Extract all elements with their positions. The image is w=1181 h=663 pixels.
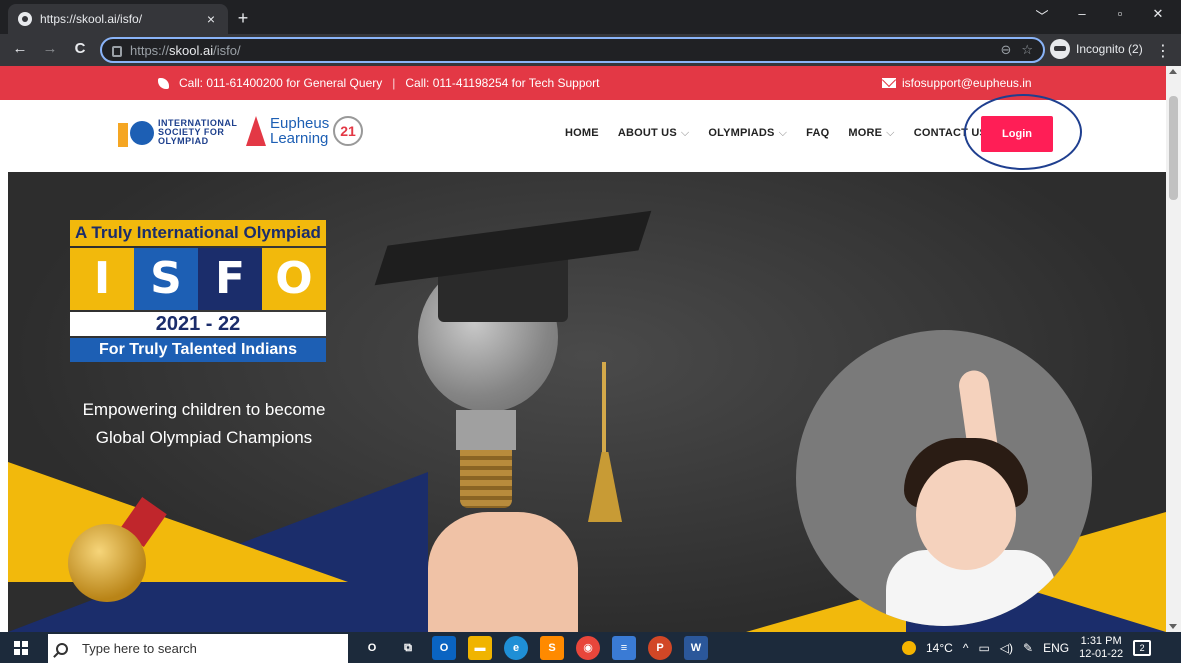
isfo-letter: O <box>262 248 326 310</box>
clock-date: 12-01-22 <box>1079 647 1124 660</box>
eupheus-logo-line1: Eupheus <box>270 115 330 132</box>
tray-chevron-up-icon[interactable]: ^ <box>963 641 969 655</box>
task-view-icon[interactable]: ⧉ <box>396 636 420 660</box>
windows-start-icon[interactable] <box>14 641 28 655</box>
weather-temperature[interactable]: 14°C <box>926 641 953 655</box>
tab-search-icon[interactable]: ﹀ <box>1030 6 1054 25</box>
incognito-label: Incognito (2) <box>1076 42 1143 56</box>
close-window-button[interactable]: ✕ <box>1146 6 1170 22</box>
powerpoint-icon[interactable]: P <box>648 636 672 660</box>
back-button[interactable]: ← <box>10 40 30 57</box>
browser-tab[interactable]: https://skool.ai/isfo/ × <box>8 4 228 34</box>
page-scrollbar[interactable] <box>1166 66 1181 632</box>
weather-icon[interactable] <box>902 640 916 655</box>
hero-banner[interactable]: A Truly International Olympiad I S F O 2… <box>8 172 1166 632</box>
search-icon <box>56 642 68 655</box>
hero-year: 2021 - 22 <box>70 312 326 336</box>
nav-faq[interactable]: FAQ <box>806 127 829 140</box>
zoom-icon[interactable]: ⊖ <box>1000 42 1011 58</box>
forward-button[interactable]: → <box>40 40 60 57</box>
chevron-down-icon: ⌵ <box>778 127 788 139</box>
notepad-icon[interactable]: ≡ <box>612 636 636 660</box>
isfo-letter: S <box>134 248 198 310</box>
divider: | <box>392 76 396 90</box>
word-icon[interactable]: W <box>684 636 708 660</box>
gold-medal-image <box>68 524 146 602</box>
isfo-logo[interactable]: INTERNATIONAL SOCIETY FOR OLYMPIAD <box>118 117 237 147</box>
child-photo <box>796 330 1092 626</box>
browser-toolbar: ← → C https://skool.ai/isfo/ ⊖ ☆ Incogni… <box>0 34 1181 66</box>
chrome-icon[interactable]: ◉ <box>576 636 600 660</box>
reload-button[interactable]: C <box>70 40 90 57</box>
minimize-button[interactable]: – <box>1070 6 1094 21</box>
contact-bar: Call: 011-61400200 for General Query | C… <box>0 66 1166 100</box>
browser-tab-strip: https://skool.ai/isfo/ × + ﹀ – ▫ ✕ <box>0 0 1181 34</box>
edge-icon[interactable]: e <box>504 636 528 660</box>
hand-image <box>428 512 578 632</box>
nav-more[interactable]: MORE ⌵ <box>848 127 894 140</box>
volume-icon[interactable]: ◁) <box>1000 641 1013 655</box>
light-bulb-neck <box>456 410 516 450</box>
call-general-text[interactable]: Call: 011-61400200 for General Query <box>179 76 382 90</box>
light-bulb-base <box>460 450 512 508</box>
eupheus-logo-mark <box>246 116 266 146</box>
hero-tagline: Empowering children to become Global Oly… <box>82 400 326 447</box>
highlight-annotation-circle <box>964 94 1082 170</box>
pen-icon[interactable]: ✎ <box>1023 641 1033 655</box>
scroll-up-arrow-icon[interactable] <box>1169 69 1177 74</box>
hero-banner-title: A Truly International Olympiad <box>70 220 326 246</box>
call-tech-text[interactable]: Call: 011-41198254 for Tech Support <box>405 76 599 90</box>
taskbar-search-box[interactable]: Type here to search <box>48 634 348 663</box>
envelope-icon <box>882 78 896 88</box>
taskbar-search-placeholder: Type here to search <box>82 641 197 656</box>
lock-icon[interactable] <box>112 45 122 57</box>
browser-menu-button[interactable]: ⋮ <box>1155 41 1171 61</box>
notifications-icon[interactable]: 2 <box>1133 639 1152 656</box>
anniversary-badge: 21 <box>333 116 363 146</box>
tab-title: https://skool.ai/isfo/ <box>40 12 143 26</box>
cortana-icon[interactable]: O <box>360 636 384 660</box>
chevron-down-icon: ⌵ <box>886 127 895 139</box>
system-tray: 14°C ^ ▭ ◁) ✎ ENG 1:31 PM 12-01-22 2 <box>902 632 1152 663</box>
decor-shape <box>8 462 348 582</box>
hero-subtitle: For Truly Talented Indians <box>70 338 326 362</box>
tab-close-button[interactable]: × <box>204 11 218 27</box>
taskbar-apps: O ⧉ O ▬ e S ◉ ≡ P W <box>360 636 708 660</box>
isfo-letters: I S F O <box>70 248 326 310</box>
scrollbar-thumb[interactable] <box>1169 96 1178 200</box>
eupheus-logo-line2: Learning <box>270 130 329 147</box>
windows-taskbar: Type here to search O ⧉ O ▬ e S ◉ ≡ P W … <box>0 632 1181 663</box>
phone-icon <box>158 77 169 89</box>
globe-icon <box>18 12 32 26</box>
nav-about-us[interactable]: ABOUT US ⌵ <box>618 127 690 140</box>
main-nav: HOME ABOUT US ⌵ OLYMPIADS ⌵ FAQ MORE ⌵ CONT… <box>565 127 987 140</box>
outlook-icon[interactable]: O <box>432 636 456 660</box>
nav-olympiads[interactable]: OLYMPIADS ⌵ <box>708 127 787 140</box>
incognito-indicator[interactable]: Incognito (2) <box>1050 39 1143 59</box>
url-text[interactable]: https://skool.ai/isfo/ <box>130 43 241 58</box>
isfo-logo-line3: OLYMPIAD <box>158 135 209 146</box>
language-indicator[interactable]: ENG <box>1043 641 1069 655</box>
isfo-logo-mark <box>118 117 154 147</box>
clock-time: 1:31 PM <box>1080 634 1122 647</box>
restore-button[interactable]: ▫ <box>1108 6 1132 21</box>
support-email-link[interactable]: isfosupport@eupheus.in <box>902 76 1032 90</box>
network-icon[interactable]: ▭ <box>978 641 989 655</box>
file-explorer-icon[interactable]: ▬ <box>468 636 492 660</box>
address-bar[interactable]: https://skool.ai/isfo/ ⊖ ☆ <box>100 37 1045 63</box>
child-face <box>916 460 1016 570</box>
clock[interactable]: 1:31 PM 12-01-22 <box>1079 635 1123 661</box>
isfo-letter: F <box>198 248 262 310</box>
incognito-icon <box>1050 39 1070 59</box>
bookmark-star-icon[interactable]: ☆ <box>1021 42 1033 58</box>
eupheus-logo[interactable]: Eupheus Learning <box>246 116 329 146</box>
new-tab-button[interactable]: + <box>232 8 254 30</box>
scroll-down-arrow-icon[interactable] <box>1169 624 1177 629</box>
sublime-icon[interactable]: S <box>540 636 564 660</box>
chevron-down-icon: ⌵ <box>680 127 690 139</box>
nav-home[interactable]: HOME <box>565 127 599 140</box>
isfo-letter: I <box>70 248 134 310</box>
